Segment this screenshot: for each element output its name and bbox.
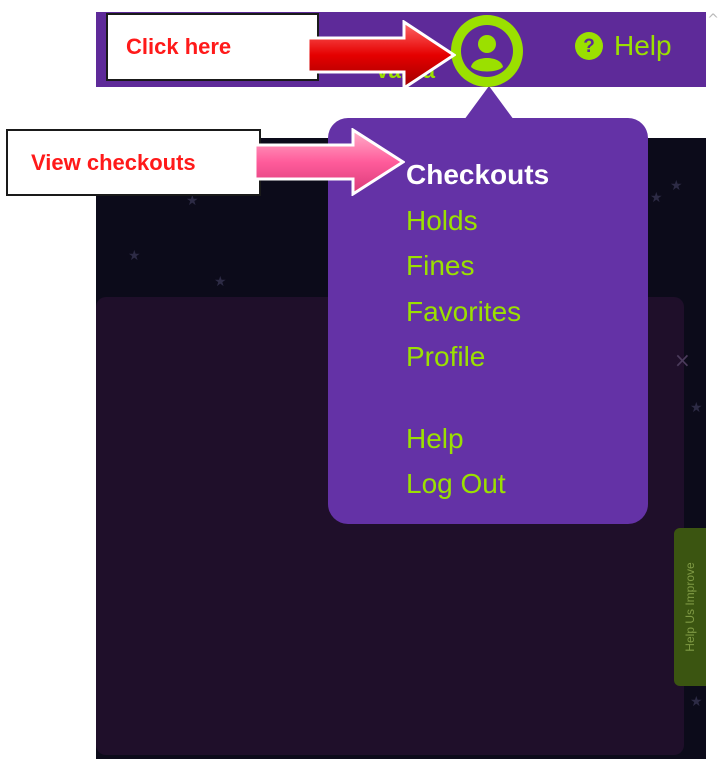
star-icon: ★	[128, 248, 141, 264]
menu-item-profile[interactable]: Profile	[406, 334, 549, 380]
help-label: Help	[614, 30, 672, 61]
menu-items: Checkouts Holds Fines Favorites Profile …	[406, 152, 549, 507]
svg-text:?: ?	[583, 36, 595, 57]
close-icon[interactable]: ×	[674, 348, 691, 372]
star-icon: ★	[690, 694, 703, 710]
view-checkouts-callout: View checkouts	[6, 129, 261, 196]
question-circle-icon: ?	[575, 32, 603, 60]
help-us-improve-label: Help Us Improve	[683, 562, 697, 652]
menu-caret	[464, 86, 514, 120]
star-icon: ★	[690, 400, 703, 416]
menu-item-checkouts[interactable]: Checkouts	[406, 152, 549, 198]
click-here-callout: Click here	[106, 13, 319, 81]
menu-item-favorites[interactable]: Favorites	[406, 289, 549, 335]
menu-item-fines[interactable]: Fines	[406, 243, 549, 289]
star-icon: ★	[214, 274, 227, 290]
scroll-up-arrow-icon[interactable]: ^	[707, 12, 719, 28]
right-arrow-icon	[308, 20, 456, 90]
user-avatar-icon	[461, 25, 513, 77]
menu-divider	[406, 380, 549, 416]
right-arrow-icon	[255, 128, 405, 196]
star-icon: ★	[650, 190, 663, 206]
help-link[interactable]: ? Help	[574, 30, 672, 62]
menu-item-log-out[interactable]: Log Out	[406, 461, 549, 507]
menu-item-holds[interactable]: Holds	[406, 198, 549, 244]
user-avatar-button[interactable]	[451, 15, 523, 87]
star-icon: ★	[670, 178, 683, 194]
menu-item-help[interactable]: Help	[406, 416, 549, 462]
help-us-improve-tab[interactable]: Help Us Improve	[674, 528, 706, 686]
